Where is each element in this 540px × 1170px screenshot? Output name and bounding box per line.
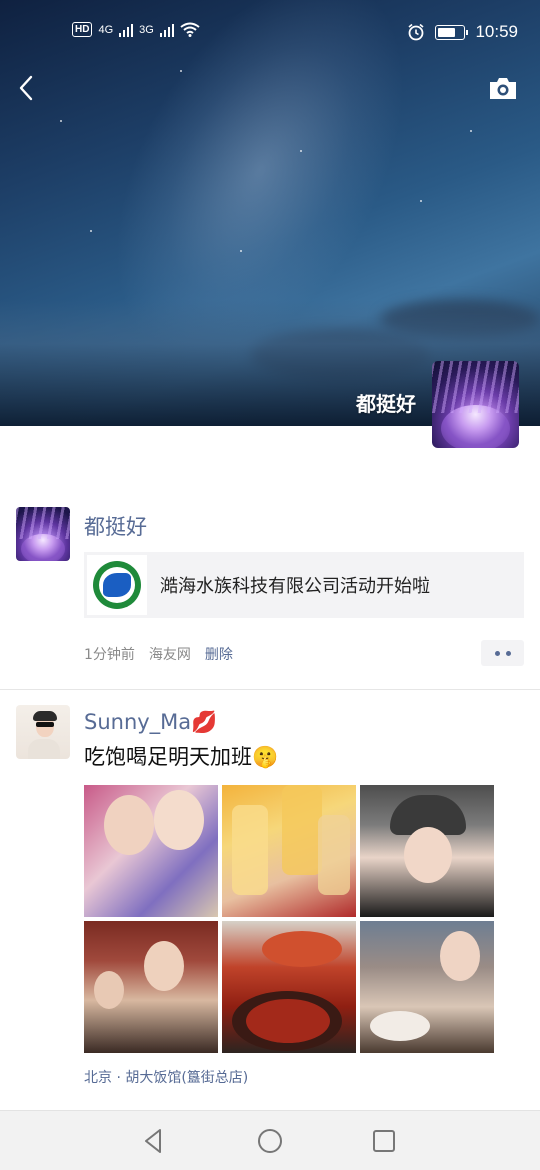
cover-user-name: 都挺好 (356, 392, 416, 416)
nav-recent-button[interactable] (368, 1125, 400, 1157)
signal-icon (119, 23, 134, 37)
photo-grid (84, 785, 494, 1053)
photo-thumbnail[interactable] (222, 921, 356, 1053)
signal-icon (159, 23, 174, 37)
status-right: 10:59 (407, 22, 518, 42)
post-meta: 1分钟前 海友网 删除 (84, 644, 233, 664)
post-author[interactable]: 都挺好 (84, 511, 147, 541)
photo-thumbnail[interactable] (222, 785, 356, 917)
post-time: 1分钟前 (84, 647, 135, 663)
post-text: 吃饱喝足明天加班🤫 (84, 745, 279, 769)
square-recent-icon (373, 1130, 395, 1152)
camera-button[interactable] (488, 75, 518, 101)
nav-home-button[interactable] (254, 1125, 286, 1157)
more-actions-button[interactable] (481, 640, 524, 666)
hd-badge: HD (72, 22, 93, 37)
moments-screen: HD 4G 3G 10:59 都挺好 都挺好 澔海水族科技有限公司活动开始啦 1… (0, 0, 540, 1170)
system-nav-bar (0, 1110, 540, 1170)
network-4g-label: 4G (98, 23, 114, 36)
link-thumbnail (87, 555, 147, 615)
avatar[interactable] (16, 507, 70, 561)
post-author[interactable]: Sunny_Ma💋 (84, 710, 217, 735)
delete-link[interactable]: 删除 (205, 644, 233, 664)
post-source[interactable]: 海友网 (149, 644, 191, 664)
moment-post: 都挺好 澔海水族科技有限公司活动开始啦 1分钟前 海友网 删除 (0, 506, 540, 688)
dot-icon (505, 650, 511, 656)
shared-link-card[interactable]: 澔海水族科技有限公司活动开始啦 (84, 552, 524, 618)
chevron-left-icon (19, 75, 33, 101)
dot-icon (494, 650, 500, 656)
network-3g-label: 3G (139, 23, 154, 36)
clock-time: 10:59 (475, 22, 518, 41)
photo-thumbnail[interactable] (360, 785, 494, 917)
link-title: 澔海水族科技有限公司活动开始啦 (160, 576, 430, 597)
circle-home-icon (258, 1129, 282, 1153)
back-button[interactable] (14, 72, 44, 104)
wifi-icon (180, 22, 200, 37)
divider (0, 689, 540, 690)
cover-avatar[interactable] (432, 361, 519, 448)
status-left: HD 4G 3G (72, 22, 200, 37)
photo-thumbnail[interactable] (84, 785, 218, 917)
alarm-icon (408, 23, 424, 41)
photo-thumbnail[interactable] (84, 921, 218, 1053)
photo-thumbnail[interactable] (360, 921, 494, 1053)
status-bar: HD 4G 3G 10:59 (0, 14, 540, 54)
triangle-back-icon (145, 1129, 161, 1153)
camera-icon (490, 78, 516, 99)
nav-back-button[interactable] (138, 1125, 170, 1157)
battery-icon (435, 24, 469, 40)
avatar[interactable] (16, 705, 70, 759)
post-location[interactable]: 北京 · 胡大饭馆(簋街总店) (84, 1067, 248, 1087)
